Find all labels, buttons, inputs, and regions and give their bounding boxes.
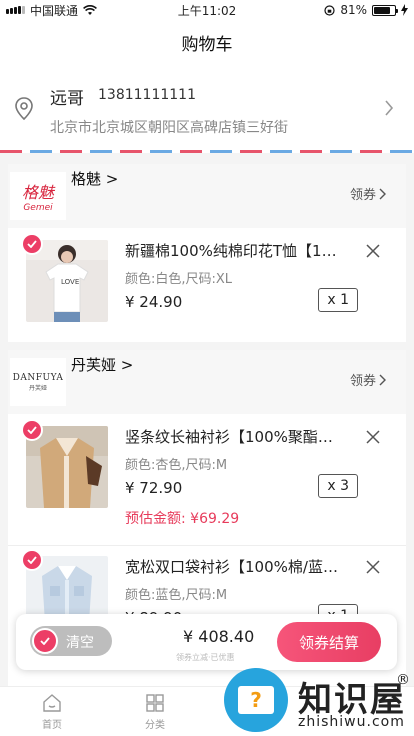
page-title: 购物车 [181, 34, 233, 55]
cart-item: 竖条纹长袖衬衫【100%聚酯纤… 颜色:杏色,尺码:M ¥ 72.90 预估金额… [8, 416, 406, 544]
checkout-bar: 清空 ¥ 408.40 领券立减·已优惠 领券结算 [16, 614, 397, 670]
coupon-label: 领券 [349, 188, 376, 203]
battery-icon [372, 4, 398, 16]
close-icon[interactable] [366, 560, 380, 574]
item-checkbox[interactable] [21, 419, 43, 441]
item-spec: 颜色:杏色,尺码:M [125, 458, 228, 473]
item-checkbox[interactable] [21, 549, 43, 571]
registered-mark: ® [396, 672, 410, 688]
coupon-button[interactable]: 领券 [350, 370, 386, 389]
address-detail: 北京市北京城区朝阳区高碑店镇三好街 [50, 120, 288, 136]
quantity-label: x 1 [327, 292, 349, 308]
close-icon[interactable] [366, 244, 380, 258]
tab-home[interactable]: 首页 [22, 693, 82, 731]
orientation-lock-icon [324, 4, 335, 16]
check-icon [27, 240, 37, 248]
shop-header[interactable]: DANFUYA 丹芙娅 丹芙娅 > 领券 [8, 350, 406, 414]
nav-bar: 购物车 [0, 20, 414, 64]
address-card[interactable]: 远哥 13811111111 北京市北京城区朝阳区高碑店镇三好街 [0, 64, 414, 152]
check-icon [40, 637, 50, 645]
check-icon [27, 556, 37, 564]
coupon-button[interactable]: 领券 [350, 184, 386, 203]
clear-label: 清空 [66, 635, 94, 651]
wifi-icon [83, 4, 97, 15]
tab-category[interactable]: 分类 [125, 693, 185, 731]
item-checkbox[interactable] [21, 233, 43, 255]
tab-label: 首页 [42, 720, 62, 731]
question-icon: ? [238, 686, 274, 714]
item-spec: 颜色:蓝色,尺码:M [125, 588, 228, 603]
home-icon [43, 694, 61, 712]
clear-cart-button[interactable]: 清空 [30, 626, 112, 656]
chevron-right-icon [385, 100, 394, 116]
quantity-badge[interactable]: x 3 [318, 474, 358, 498]
shop-name[interactable]: 丹芙娅 > [71, 354, 133, 375]
close-icon[interactable] [366, 430, 380, 444]
select-all-checkbox[interactable] [32, 628, 58, 654]
estimated-amount: 预估金额: ¥69.29 [125, 511, 240, 527]
item-title[interactable]: 宽松双口袋衬衫【100%棉/蓝… [125, 556, 340, 577]
item-spec: 颜色:白色,尺码:XL [125, 272, 233, 287]
discount-note: 领券立减·已优惠 [176, 653, 235, 662]
item-title[interactable]: 新疆棉100%纯棉印花T恤【10… [125, 240, 340, 261]
item-price: ¥ 72.90 [125, 479, 183, 497]
shop-logo-sub: 丹芙娅 [28, 384, 47, 392]
receiver-name: 远哥 [50, 89, 84, 109]
charging-icon [401, 4, 408, 16]
shop-logo-text: DANFUYA [12, 372, 64, 383]
chevron-right-icon [379, 188, 386, 199]
svg-text:LOVE: LOVE [61, 278, 79, 286]
shop-logo-text: 格魅 [21, 183, 54, 202]
watermark: ? 知识屋 ® zhishiwu.com [212, 666, 414, 736]
cart-item: LOVE 新疆棉100%纯棉印花T恤【10… 颜色:白色,尺码:XL ¥ 24.… [8, 230, 406, 342]
item-price: ¥ 24.90 [125, 293, 183, 311]
quantity-label: x 3 [327, 478, 349, 494]
shop-logo-sub: Gemei [23, 203, 53, 213]
check-icon [27, 426, 37, 434]
signal-icon [6, 6, 25, 14]
shop-logo: DANFUYA 丹芙娅 [10, 358, 66, 406]
shop-header[interactable]: 格魅 Gemei 格魅 > 领券 [8, 164, 406, 228]
shop-logo: 格魅 Gemei [10, 172, 66, 220]
tab-label: 分类 [145, 720, 165, 731]
grid-icon [146, 694, 164, 712]
shop-card: 格魅 Gemei 格魅 > 领券 LOVE 新疆棉100%纯棉印花T恤【10… … [8, 164, 406, 342]
watermark-url: zhishiwu.com [298, 714, 405, 730]
coupon-label: 领券 [349, 374, 376, 389]
address-divider-stripe [0, 150, 414, 153]
shop-name[interactable]: 格魅 > [71, 168, 118, 189]
carrier-label: 中国联通 [30, 3, 79, 18]
checkout-button[interactable]: 领券结算 [277, 622, 381, 662]
battery-percent: 81% [340, 3, 367, 17]
receiver-phone: 13811111111 [98, 87, 196, 103]
chevron-right-icon [379, 374, 386, 385]
watermark-logo: ? [224, 668, 288, 732]
location-pin-icon [15, 97, 33, 121]
item-title[interactable]: 竖条纹长袖衬衫【100%聚酯纤… [125, 426, 340, 447]
total-amount: ¥ 408.40 [183, 627, 255, 646]
status-bar: 中国联通 上午11:02 81% [0, 0, 414, 20]
checkout-label: 领券结算 [298, 633, 359, 652]
quantity-badge[interactable]: x 1 [318, 288, 358, 312]
